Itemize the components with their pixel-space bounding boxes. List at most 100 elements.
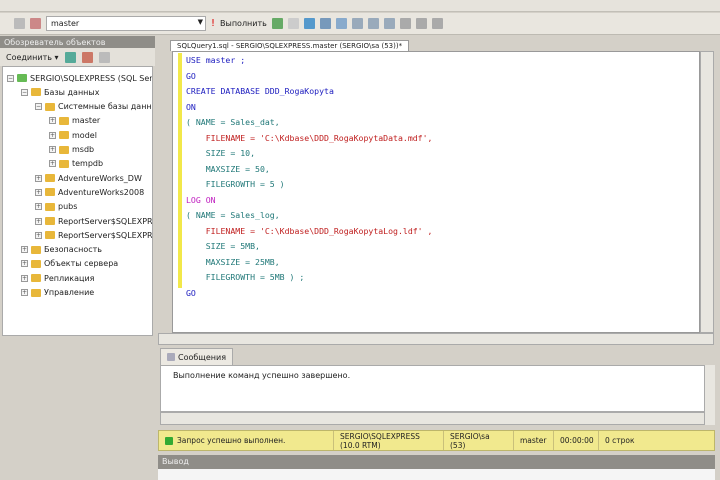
tree-node[interactable]: + ReportServer$SQLEXPRESSTempDB (35, 228, 152, 242)
folder-icon (31, 288, 41, 297)
object-explorer-tree: −SERGIO\SQLEXPRESS (SQL Server 10.0)−Баз… (2, 66, 153, 336)
refresh-icon[interactable] (98, 51, 110, 63)
tree-node-label: Объекты сервера (44, 259, 119, 269)
parse-icon[interactable] (303, 18, 315, 29)
tab-messages[interactable]: Сообщения (160, 348, 234, 365)
messages-horizontal-scrollbar[interactable] (160, 412, 705, 425)
expand-toggle-icon[interactable]: + (35, 231, 42, 239)
expand-toggle-icon[interactable]: + (35, 188, 42, 196)
tree-node[interactable]: − Базы данных (21, 85, 99, 99)
tree-node-label: AdventureWorks2008 (58, 187, 145, 197)
editor-vertical-scrollbar[interactable] (700, 51, 714, 333)
tree-node[interactable]: + Безопасность (21, 243, 102, 257)
query-designer-icon[interactable] (335, 18, 347, 29)
tree-node-label: tempdb (72, 159, 104, 169)
tree-node-label: Базы данных (44, 87, 100, 97)
expand-toggle-icon[interactable]: + (21, 260, 28, 268)
status-message-text: Запрос успешно выполнен. (177, 436, 286, 445)
expand-toggle-icon[interactable]: + (49, 131, 56, 139)
database-select-value: master (51, 19, 80, 28)
code-line: GO (186, 70, 196, 81)
code-line: ON (186, 101, 196, 112)
uncomment-icon[interactable] (415, 18, 427, 29)
tree-node-label: Управление (44, 288, 95, 297)
database-select[interactable]: master ▼ (46, 16, 206, 31)
tree-node[interactable]: + ReportServer$SQLEXPRESS (35, 214, 153, 228)
chevron-down-icon: ▼ (197, 18, 203, 26)
messages-vertical-scrollbar[interactable] (705, 365, 715, 425)
expand-toggle-icon[interactable]: − (35, 103, 42, 111)
tree-node[interactable]: + tempdb (49, 157, 103, 171)
expand-toggle-icon[interactable]: + (21, 274, 28, 282)
tree-node[interactable]: + AdventureWorks2008 (35, 185, 144, 199)
expand-toggle-icon[interactable]: − (21, 88, 28, 96)
results-text-icon[interactable] (351, 18, 363, 29)
expand-toggle-icon[interactable]: + (21, 246, 28, 254)
filter-icon[interactable] (81, 51, 93, 63)
expand-toggle-icon[interactable]: + (49, 160, 56, 168)
indent-icon[interactable] (431, 18, 443, 29)
tree-node-label: Системные базы данных (58, 102, 153, 112)
menu-toolbar (0, 0, 720, 12)
folder-icon (59, 131, 69, 140)
disconnect-icon[interactable] (64, 51, 76, 63)
change-connection-icon[interactable] (30, 18, 41, 29)
folder-icon (31, 245, 41, 254)
tree-node[interactable]: + Объекты сервера (21, 257, 118, 271)
stop-icon[interactable] (287, 18, 299, 29)
folder-icon (45, 231, 55, 240)
tab-query-editor[interactable]: SQLQuery1.sql - SERGIO\SQLEXPRESS.master… (170, 40, 410, 51)
expand-toggle-icon[interactable]: + (21, 289, 28, 296)
code-line: ( NAME = Sales_log, (186, 210, 280, 220)
expand-toggle-icon[interactable]: + (49, 117, 56, 125)
expand-toggle-icon[interactable]: + (35, 174, 42, 182)
tree-node[interactable]: − SERGIO\SQLEXPRESS (SQL Server 10.0) (7, 71, 152, 85)
tree-node[interactable]: + msdb (49, 143, 94, 157)
code-line: FILENAME = 'C:\Kdbase\DDD_RogaKopytaLog.… (186, 225, 433, 236)
tree-node-label: pubs (58, 202, 78, 212)
tree-node[interactable]: + Управление (21, 286, 94, 300)
comment-icon[interactable] (399, 18, 411, 29)
results-grid-icon[interactable] (367, 18, 379, 29)
display-plan-icon[interactable] (319, 18, 331, 29)
status-database: master (514, 431, 554, 450)
folder-icon (45, 217, 55, 225)
editor-horizontal-scrollbar[interactable] (158, 333, 714, 345)
tree-node-label: ReportServer$SQLEXPRESS (58, 216, 153, 226)
object-explorer-toolbar: Соединить ▾ (0, 48, 155, 66)
status-user: SERGIO\sa (53) (444, 431, 514, 450)
status-rows: 0 строк (605, 436, 635, 445)
sql-editor-toolbar: master ▼ ! Выполнить (0, 13, 720, 35)
code-line: LOG ON (186, 194, 216, 205)
results-file-icon[interactable] (383, 18, 395, 29)
tree-node-label: master (72, 116, 101, 126)
debug-icon[interactable] (271, 18, 283, 29)
code-text[interactable]: USE master ; GO CREATE DATABASE DDD_RogaKo… (186, 53, 432, 301)
tree-node[interactable]: + model (49, 128, 97, 142)
tree-node[interactable]: + AdventureWorks_DW (35, 171, 142, 185)
expand-toggle-icon[interactable]: + (35, 203, 42, 211)
expand-toggle-icon[interactable]: + (35, 217, 42, 225)
code-line: MAXSIZE = 25MB, (186, 256, 280, 267)
code-line: SIZE = 10, (186, 148, 256, 158)
execute-icon: ! (211, 18, 216, 29)
tree-node[interactable]: + Репликация (21, 271, 94, 285)
expand-toggle-icon[interactable]: + (49, 146, 56, 153)
folder-icon (59, 145, 69, 154)
expand-toggle-icon[interactable]: − (7, 74, 14, 82)
tree-node-label: msdb (72, 145, 95, 154)
tree-node[interactable]: − Системные базы данных (35, 100, 153, 114)
tree-node[interactable]: + pubs (35, 200, 77, 214)
connect-icon[interactable] (14, 18, 25, 29)
connect-dropdown[interactable]: Соединить ▾ (6, 53, 59, 62)
code-line: MAXSIZE = 50, (186, 163, 270, 174)
success-icon (165, 436, 173, 445)
code-line: USE master ; (186, 55, 246, 65)
execute-button[interactable]: Выполнить (220, 19, 267, 28)
server-icon (17, 74, 27, 82)
tree-node[interactable]: + master (49, 114, 100, 128)
object-explorer-title: Обозреватель объектов (0, 36, 155, 48)
change-margin (178, 53, 182, 288)
folder-icon (45, 102, 55, 111)
messages-panel: Выполнение команд успешно завершено. (160, 365, 705, 412)
